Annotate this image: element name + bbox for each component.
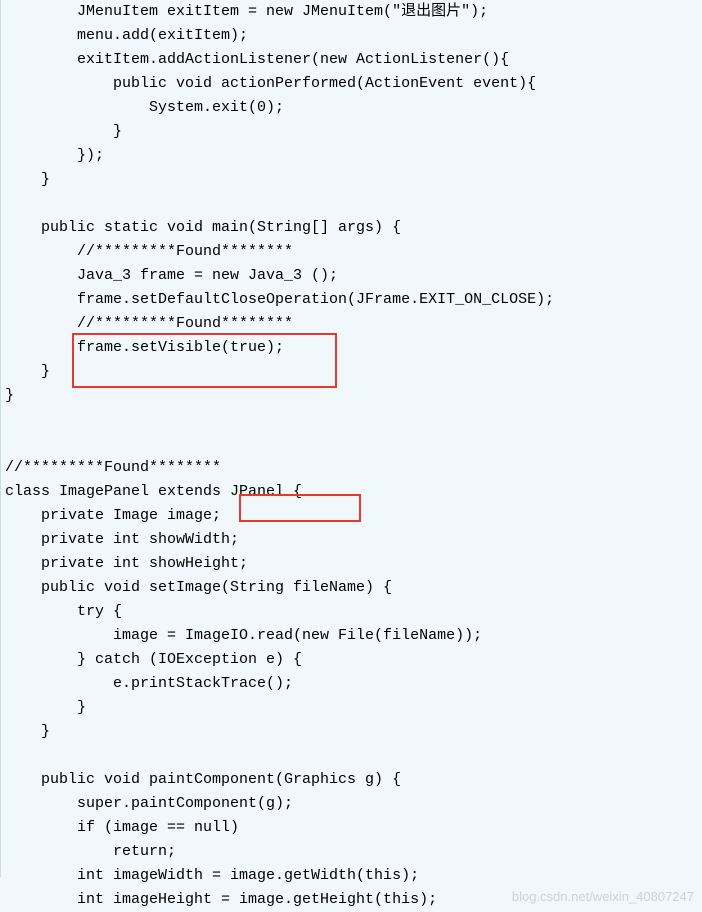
code-line: image = ImageIO.read(new File(fileName))… bbox=[1, 624, 702, 648]
code-line: private int showWidth; bbox=[1, 528, 702, 552]
code-line: JMenuItem exitItem = new JMenuItem("退出图片… bbox=[1, 0, 702, 24]
code-line: public void setImage(String fileName) { bbox=[1, 576, 702, 600]
code-line: }); bbox=[1, 144, 702, 168]
code-line: } catch (IOException e) { bbox=[1, 648, 702, 672]
code-line: //*********Found******** bbox=[1, 240, 702, 264]
code-line: private Image image; bbox=[1, 504, 702, 528]
code-line: try { bbox=[1, 600, 702, 624]
code-line: public void paintComponent(Graphics g) { bbox=[1, 768, 702, 792]
code-line: } bbox=[1, 384, 702, 408]
code-line: menu.add(exitItem); bbox=[1, 24, 702, 48]
code-line: exitItem.addActionListener(new ActionLis… bbox=[1, 48, 702, 72]
code-line: } bbox=[1, 360, 702, 384]
watermark: blog.csdn.net/weixin_40807247 bbox=[512, 887, 694, 908]
code-line: return; bbox=[1, 840, 702, 864]
code-line: frame.setDefaultCloseOperation(JFrame.EX… bbox=[1, 288, 702, 312]
code-line: } bbox=[1, 720, 702, 744]
code-line: } bbox=[1, 120, 702, 144]
code-container: JMenuItem exitItem = new JMenuItem("退出图片… bbox=[1, 0, 702, 912]
code-line: //*********Found******** bbox=[1, 312, 702, 336]
code-line: } bbox=[1, 168, 702, 192]
code-line: System.exit(0); bbox=[1, 96, 702, 120]
code-block: JMenuItem exitItem = new JMenuItem("退出图片… bbox=[1, 0, 702, 912]
code-line: Java_3 frame = new Java_3 (); bbox=[1, 264, 702, 288]
code-line: private int showHeight; bbox=[1, 552, 702, 576]
code-line: e.printStackTrace(); bbox=[1, 672, 702, 696]
code-line: class ImagePanel extends JPanel { bbox=[1, 480, 702, 504]
code-line: //*********Found******** bbox=[1, 456, 702, 480]
code-line bbox=[1, 192, 702, 216]
code-line: public static void main(String[] args) { bbox=[1, 216, 702, 240]
code-line: super.paintComponent(g); bbox=[1, 792, 702, 816]
code-line: public void actionPerformed(ActionEvent … bbox=[1, 72, 702, 96]
code-line: frame.setVisible(true); bbox=[1, 336, 702, 360]
code-line bbox=[1, 408, 702, 432]
code-line bbox=[1, 744, 702, 768]
code-line: int imageWidth = image.getWidth(this); bbox=[1, 864, 702, 888]
code-line: if (image == null) bbox=[1, 816, 702, 840]
code-line bbox=[1, 432, 702, 456]
code-line: } bbox=[1, 696, 702, 720]
